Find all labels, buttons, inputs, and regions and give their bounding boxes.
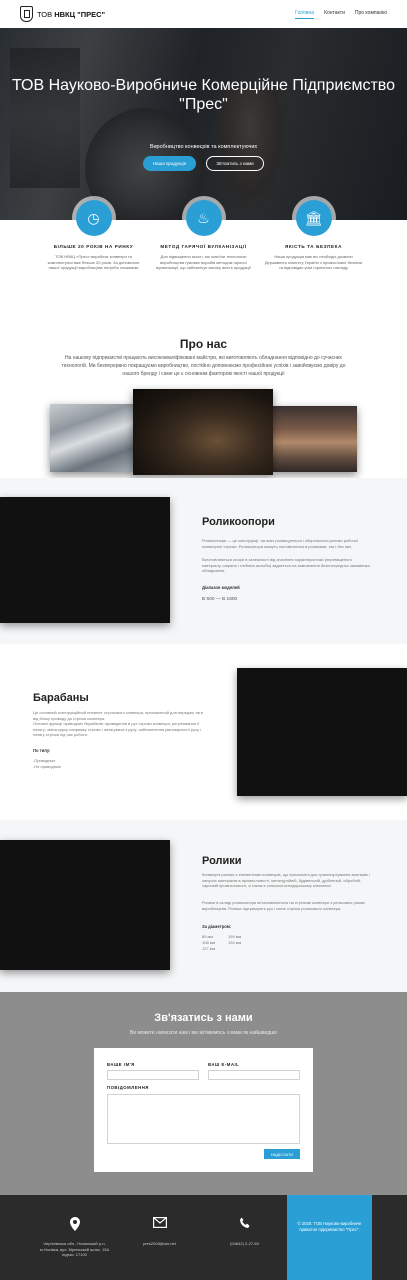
section-label: Діапазон моделей (202, 585, 240, 590)
roller-supports-image (0, 497, 170, 623)
feature-vulcanization: ♨ МЕТОД ГАРЯЧОЇ ВУЛКАНІЗАЦІЇ Для підвище… (154, 200, 254, 320)
section-label: За діаметром: (202, 924, 232, 929)
diameter-item: 108 мм (202, 940, 216, 945)
section-text: Основні функції приводних барабанів: при… (33, 721, 202, 738)
our-products-button[interactable]: Наша продукція (143, 156, 196, 171)
phone-text: (04642) 2-27-69 (230, 1241, 259, 1246)
flame-icon: ♨ (185, 200, 222, 236)
about-text: На нашому підприємстві працюють висококв… (61, 355, 346, 377)
section-text: Конвеєрні ролики є елементами конвеєрів,… (202, 872, 370, 889)
mine-conveyor-photo (133, 389, 273, 475)
nav-home[interactable]: Головна (295, 10, 315, 19)
section-text: Роликоопори — це конструкції, на яких ро… (202, 538, 358, 549)
logo-prefix: ТОВ (37, 9, 53, 19)
models-range: В 500 — В 1600 (202, 597, 238, 602)
drums-section: Барабаны Це основний конструкційний елем… (0, 644, 407, 820)
section-text: Ролики в складі роликоопори встановлюють… (202, 900, 366, 911)
drum-type: -Приводные (33, 758, 56, 763)
contact-title: Зв'язатись з нами (154, 1012, 253, 1024)
footer-address: Чернігівська обл., Носівський р-н, м.Нос… (32, 1195, 117, 1280)
section-label: По типу: (33, 748, 51, 753)
diameter-item: 194 мм (228, 940, 242, 945)
section-title: Ролики (202, 855, 242, 867)
contact-section: Зв'язатись з нами Ви можете написати нам… (0, 992, 407, 1195)
section-title: Роликоопори (202, 516, 275, 528)
feature-text: Для підвищення якості, ми освоїли технол… (156, 254, 251, 270)
submit-button[interactable]: НАДІСЛАТИ (264, 1149, 300, 1159)
rollers-section: Ролики Конвеєрні ролики є елементами кон… (0, 820, 407, 992)
site-footer: Чернігівська обл., Носівський р-н, м.Нос… (0, 1195, 407, 1280)
address-text: Чернігівська обл., Носівський р-н, м.Нос… (39, 1241, 110, 1257)
feature-title: ЯКІСТЬ ТА БЕЗПЕКА (284, 244, 342, 249)
section-text: Це основний конструкційний елемент стріч… (33, 710, 203, 721)
logo[interactable]: ТОВ НВКЦ "ПРЕС" (20, 6, 105, 22)
logo-emblem-icon (20, 6, 33, 22)
diameter-item: 89 мм (202, 934, 214, 939)
drum-type: -Не приводные (33, 764, 62, 769)
envelope-icon (117, 1217, 202, 1233)
nav-contacts[interactable]: Контакти (324, 10, 345, 19)
feature-title: БІЛЬШЕ 20 РОКІВ НА РИНКУ (53, 244, 134, 249)
email-link[interactable]: pres2008@ukr.net (117, 1241, 202, 1247)
feature-quality: 🏛 ЯКІСТЬ ТА БЕЗПЕКА Наша продукція має в… (264, 200, 364, 320)
contact-subtitle: Ви можете написати нам і ми зв'яжемось з… (129, 1030, 278, 1036)
section-title: Барабаны (33, 692, 89, 704)
roller-supports-section: Роликоопори Роликоопори — це конструкції… (0, 478, 407, 644)
feature-text: ТОВ НВКЦ «Прес» виробляє конвеєри та ком… (47, 254, 140, 270)
phone-icon (202, 1217, 287, 1233)
hero-banner: ТОВ Науково-Виробниче Комерційне Підприє… (0, 28, 407, 220)
feature-experience: ◷ БІЛЬШЕ 20 РОКІВ НА РИНКУ ТОВ НВКЦ «Пре… (44, 200, 144, 320)
message-label: ПОВІДОМЛЕННЯ (107, 1085, 149, 1090)
rollers-image (0, 840, 170, 970)
footer-phone: (04642) 2-27-69 (202, 1195, 287, 1280)
workshop-photo (273, 406, 357, 472)
nav-about[interactable]: Про компанію (355, 10, 387, 19)
conveyor-photo (50, 404, 135, 472)
feature-text: Наша продукція має всі необхідні дозволи… (264, 254, 363, 270)
message-field[interactable] (107, 1094, 300, 1144)
copyright: © 2020. ТОВ Науково-виробниче приватне п… (287, 1195, 372, 1280)
section-text: Виготовляються опори в залежності від зн… (202, 557, 370, 574)
hero-title: ТОВ Науково-Виробниче Комерційне Підприє… (12, 77, 395, 113)
hero-subtitle: Виробництво конвеєрів та комплектуючих (149, 144, 258, 150)
features-row: ◷ БІЛЬШЕ 20 РОКІВ НА РИНКУ ТОВ НВКЦ «Пре… (0, 200, 407, 320)
clock-icon: ◷ (75, 200, 112, 236)
contact-form: ВАШЕ ІМ'Я ВАШ E-MAIL ПОВІДОМЛЕННЯ НАДІСЛ… (94, 1048, 313, 1172)
contact-us-button[interactable]: Зв'язатись з нами (206, 156, 264, 171)
diameter-item: 127 мм (202, 946, 216, 951)
drums-image (237, 668, 407, 796)
email-label: ВАШ E-MAIL (208, 1062, 240, 1067)
main-nav: Головна Контакти Про компанію (295, 10, 387, 19)
name-label: ВАШЕ ІМ'Я (107, 1062, 135, 1067)
email-field[interactable] (208, 1070, 300, 1080)
diameter-item: 159 мм (228, 934, 242, 939)
name-field[interactable] (107, 1070, 199, 1080)
logo-name: НВКЦ "ПРЕС" (54, 9, 106, 19)
footer-email: pres2008@ukr.net (117, 1195, 202, 1280)
institution-icon: 🏛 (295, 200, 332, 236)
site-header: ТОВ НВКЦ "ПРЕС" Головна Контакти Про ком… (0, 0, 407, 28)
about-title: Про нас (179, 337, 228, 351)
map-marker-icon (32, 1217, 117, 1233)
feature-title: МЕТОД ГАРЯЧОЇ ВУЛКАНІЗАЦІЇ (160, 244, 247, 249)
